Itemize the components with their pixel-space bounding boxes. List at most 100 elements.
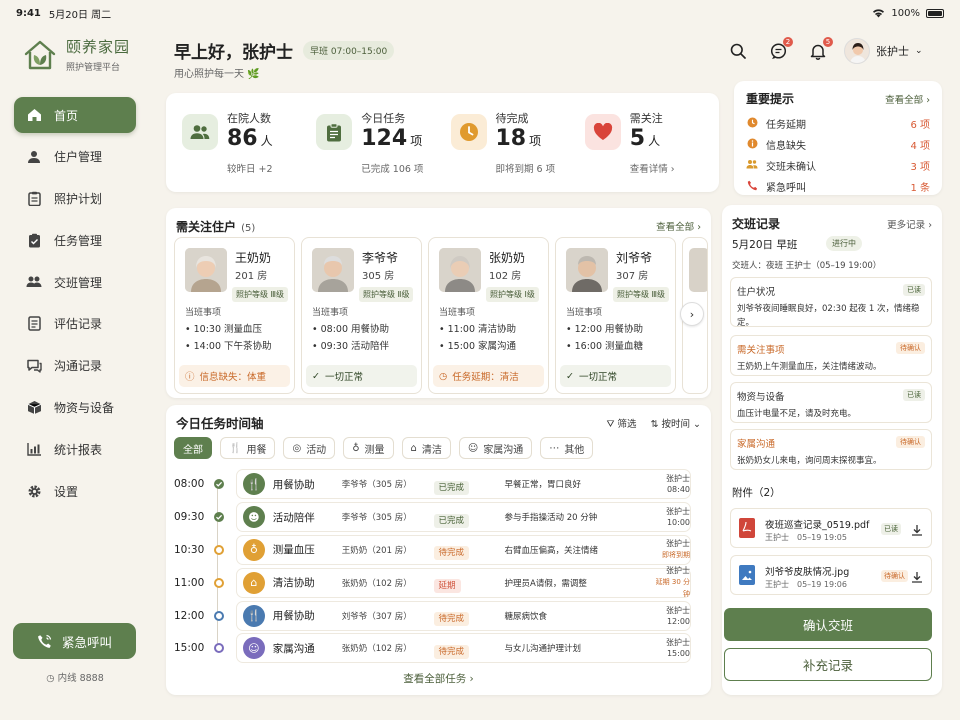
sidebar-item-residents[interactable]: 住户管理 [14,139,136,175]
timeline-row[interactable]: 15:00 ☺ 家属沟通 张奶奶（102 房） 待完成 与女儿沟通护理计划 张护… [174,632,704,665]
confirm-handover-button[interactable]: 确认交班 [724,608,932,641]
emergency-call-button[interactable]: 紧急呼叫 [13,623,136,659]
timeline-row[interactable]: 11:00 ⌂ 清洁协助 张奶奶（102 房） 延期 护理员A请假，需调整 张护… [174,566,704,599]
alert-item-handover-unconfirmed[interactable]: 交班未确认 3 项 [746,155,930,176]
task-time: 10:30 [174,543,205,556]
add-record-button[interactable]: 补充记录 [724,648,932,681]
filter-button[interactable]: ⛛ 筛选 [606,416,636,430]
user-name: 张护士 [876,45,909,58]
sidebar-item-assessment[interactable]: 评估记录 [14,306,136,342]
resident-tasks: • 12:00 用餐协助 • 16:00 测量血糖 [566,321,643,355]
notifications-button[interactable]: 5 [808,37,833,61]
note-tag: 待确认 [896,342,925,354]
alert-label: 紧急呼叫 [766,183,806,194]
focus-view-all-link[interactable]: 查看全部 › [656,219,701,233]
sidebar-item-reports[interactable]: 统计报表 [14,431,136,467]
handover-more-label: 更多记录 [887,219,926,231]
task-box: ♁ 测量血压 王奶奶（201 房） 待完成 右臂血压偏高，关注情绪 张护士 即将到… [236,534,691,565]
alert-item-overdue[interactable]: 任务延期 6 项 [746,113,930,134]
stat-label: 在院人数 [227,112,271,125]
clock-icon: ◷ [439,370,448,382]
status-badge: 待完成 [433,612,470,627]
sidebar-item-home[interactable]: 首页 [14,97,136,133]
messages-button[interactable]: 2 [768,37,793,61]
app-screen: 9:41 5月20日 周二 100% 颐养家园 照护管理平台 首页 住户管理 照… [0,0,960,720]
battery-percent: 100% [891,7,920,19]
stethoscope-icon: ♁ [352,442,360,454]
stat-value: 18 项 [496,126,542,151]
handover-note[interactable]: 家属沟通 待确认 张奶奶女儿来电，询问周末探视事宜。 [730,429,932,470]
sidebar-item-tasks[interactable]: 任务管理 [14,222,136,258]
chip-family[interactable]: ☺ 家属沟通 [458,437,533,459]
carousel-next-button[interactable]: › [680,302,704,326]
chip-other[interactable]: ⋯ 其他 [540,437,594,459]
task-icon [26,232,42,248]
alert-label: 任务延期 [766,120,806,131]
pending-dot-icon [214,577,224,588]
user-menu[interactable]: 张护士 ⌄ [844,38,923,64]
download-button[interactable] [911,521,923,540]
greeting-subtitle-text: 用心照护每一天 [174,69,244,80]
timeline-row[interactable]: 12:00 🍴 用餐协助 刘爷爷（307 房） 待完成 糖尿病饮食 张护士 12:… [174,599,704,632]
alert-item-emergency[interactable]: 紧急呼叫 1 条 [746,176,930,197]
timeline-row[interactable]: 09:30 ☻ 活动陪伴 李爷爷（305 房） 已完成 参与手指操活动 20 分… [174,501,704,534]
stat-residents[interactable]: 在院人数 86 人 较昨日 +2 [174,105,308,180]
sidebar-item-supplies[interactable]: 物资与设备 [14,390,136,426]
chat-icon [26,358,42,374]
timeline-row[interactable]: 10:30 ♁ 测量血压 王奶奶（201 房） 待完成 右臂血压偏高，关注情绪 … [174,534,704,567]
view-all-tasks-link[interactable]: 查看全部任务 › [166,671,711,686]
search-button[interactable] [728,41,748,61]
resident-card[interactable]: 刘爷爷 307 房 照护等级 Ⅲ级 当班事项 • 12:00 用餐协助 • 16… [555,237,676,394]
attachment-file[interactable]: 夜班巡查记录_0519.pdf 王护士 05–19 19:05 已读 [730,508,932,548]
user-icon [26,149,42,165]
stat-note: 查看详情 [629,164,668,175]
stat-tasks[interactable]: 今日任务 124 项 已完成 106 项 [308,105,442,180]
stat-number: 5 [629,126,646,151]
download-button[interactable] [911,568,923,587]
chip-activity[interactable]: ◎ 活动 [283,437,336,459]
task-note: 与女儿沟通护理计划 [504,644,582,655]
chip-meal[interactable]: 🍴 用餐 [220,437,276,459]
sidebar-item-communication[interactable]: 沟通记录 [14,348,136,384]
handover-icon [26,274,42,290]
timeline-title: 今日任务时间轴 [176,416,264,431]
handover-note[interactable]: 住户状况 已读 刘爷爷夜间睡眠良好，02:30 起夜 1 次，情绪稳定。 [730,277,932,328]
check-dot-icon [214,512,224,523]
attachment-file[interactable]: 刘爷爷皮肤情况.jpg 王护士 05–19 19:06 待确认 [730,555,932,595]
image-file-icon [739,565,755,585]
chevron-down-icon: ⌄ [915,46,923,56]
task-nurse: 张护士 15:00 [651,637,690,659]
stat-attention[interactable]: 需关注 5人 查看详情 › [577,105,711,180]
alerts-view-all-link[interactable]: 查看全部 › [885,92,930,106]
chip-measure[interactable]: ♁ 测量 [343,437,394,459]
resident-card[interactable]: 张奶奶 102 房 照护等级 Ⅰ级 当班事项 • 11:00 清洁协助 • 15… [428,237,549,394]
gear-icon [26,483,42,499]
fork-knife-icon: 🍴 [243,604,265,627]
resident-photo [312,248,354,292]
handover-status-badge: 进行中 [826,236,862,251]
view-details-link[interactable]: 查看详情 › [630,161,675,175]
sidebar-item-care-plan[interactable]: 照护计划 [14,181,136,217]
phone-icon [38,634,52,648]
file-meta: 王护士 05–19 19:06 [765,580,847,589]
care-level-badge: 照护等级 Ⅲ级 [613,287,670,302]
handover-note[interactable]: 需关注事项 待确认 王奶奶上午测量血压，关注情绪波动。 [730,335,932,376]
resident-card[interactable]: 王奶奶 201 房 照护等级 Ⅲ级 当班事项 • 10:30 测量血压 • 14… [174,237,295,394]
sidebar-item-settings[interactable]: 设置 [14,473,136,509]
pdf-file-icon [739,518,755,538]
sort-button[interactable]: ⇅ 按时间 ⌄ [651,416,702,430]
task-box: ☺ 家属沟通 张奶奶（102 房） 待完成 与女儿沟通护理计划 张护士 15:00 [236,633,691,664]
task-time: 08:00 [174,478,205,491]
task-time: 12:00 [174,609,205,622]
handover-note[interactable]: 物资与设备 已读 血压计电量不足，请及时充电。 [730,382,932,423]
resident-card[interactable]: 李爷爷 305 房 照护等级 Ⅱ级 当班事项 • 08:00 用餐协助 • 09… [301,237,422,394]
timeline-row[interactable]: 08:00 🍴 用餐协助 李爷爷（305 房） 已完成 早餐正常，胃口良好 张护… [174,468,704,501]
chip-all[interactable]: 全部 [174,437,212,459]
alert-item-missing-info[interactable]: 信息缺失 4 项 [746,134,930,155]
sidebar-item-handover[interactable]: 交班管理 [14,264,136,300]
chip-cleaning[interactable]: ⌂ 清洁 [401,437,451,459]
handover-more-link[interactable]: 更多记录 › [887,217,932,231]
focus-residents-card: 需关注住户 (5) 查看全部 › 王奶奶 201 房 照护等级 Ⅲ级 当班事项 … [166,208,711,398]
stat-pending[interactable]: 待完成 18 项 即将到期 6 项 [443,105,577,180]
alert-count: 1 条 [910,183,930,194]
